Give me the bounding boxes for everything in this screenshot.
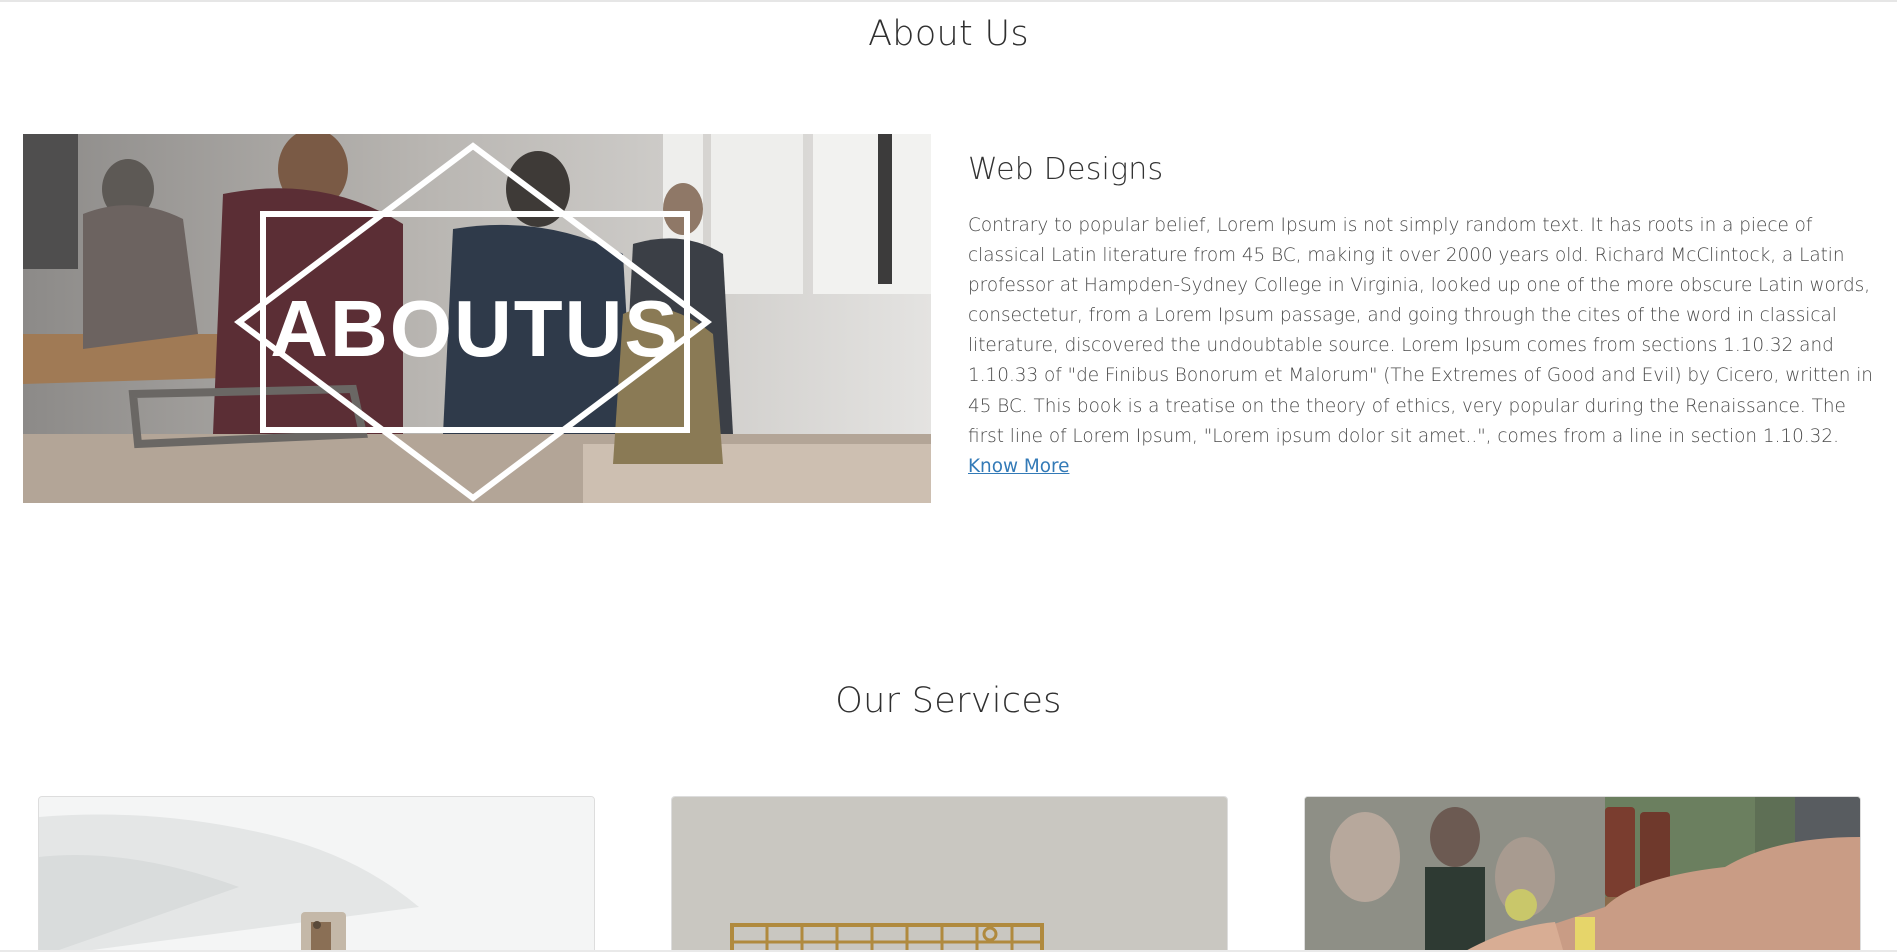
services-section-title: Our Services [835,681,1062,721]
about-heading: Web Designs [968,152,1164,187]
page: About Us ABOUTUS Web Designs Contrary to… [0,0,1897,952]
about-text-block: Web Designs Contrary to popular belief, … [968,152,1878,482]
about-body-text: Contrary to popular belief, Lorem Ipsum … [968,215,1873,447]
about-us-image-text: ABOUTUS [270,284,680,373]
know-more-link[interactable]: Know More [968,452,1069,482]
service-card-image-1[interactable] [38,796,595,952]
about-section-title: About Us [868,14,1029,54]
service-card-image-3[interactable] [1304,796,1861,952]
service-card-image-2[interactable] [671,796,1228,952]
about-us-image: ABOUTUS [23,134,931,503]
top-divider [0,0,1897,2]
